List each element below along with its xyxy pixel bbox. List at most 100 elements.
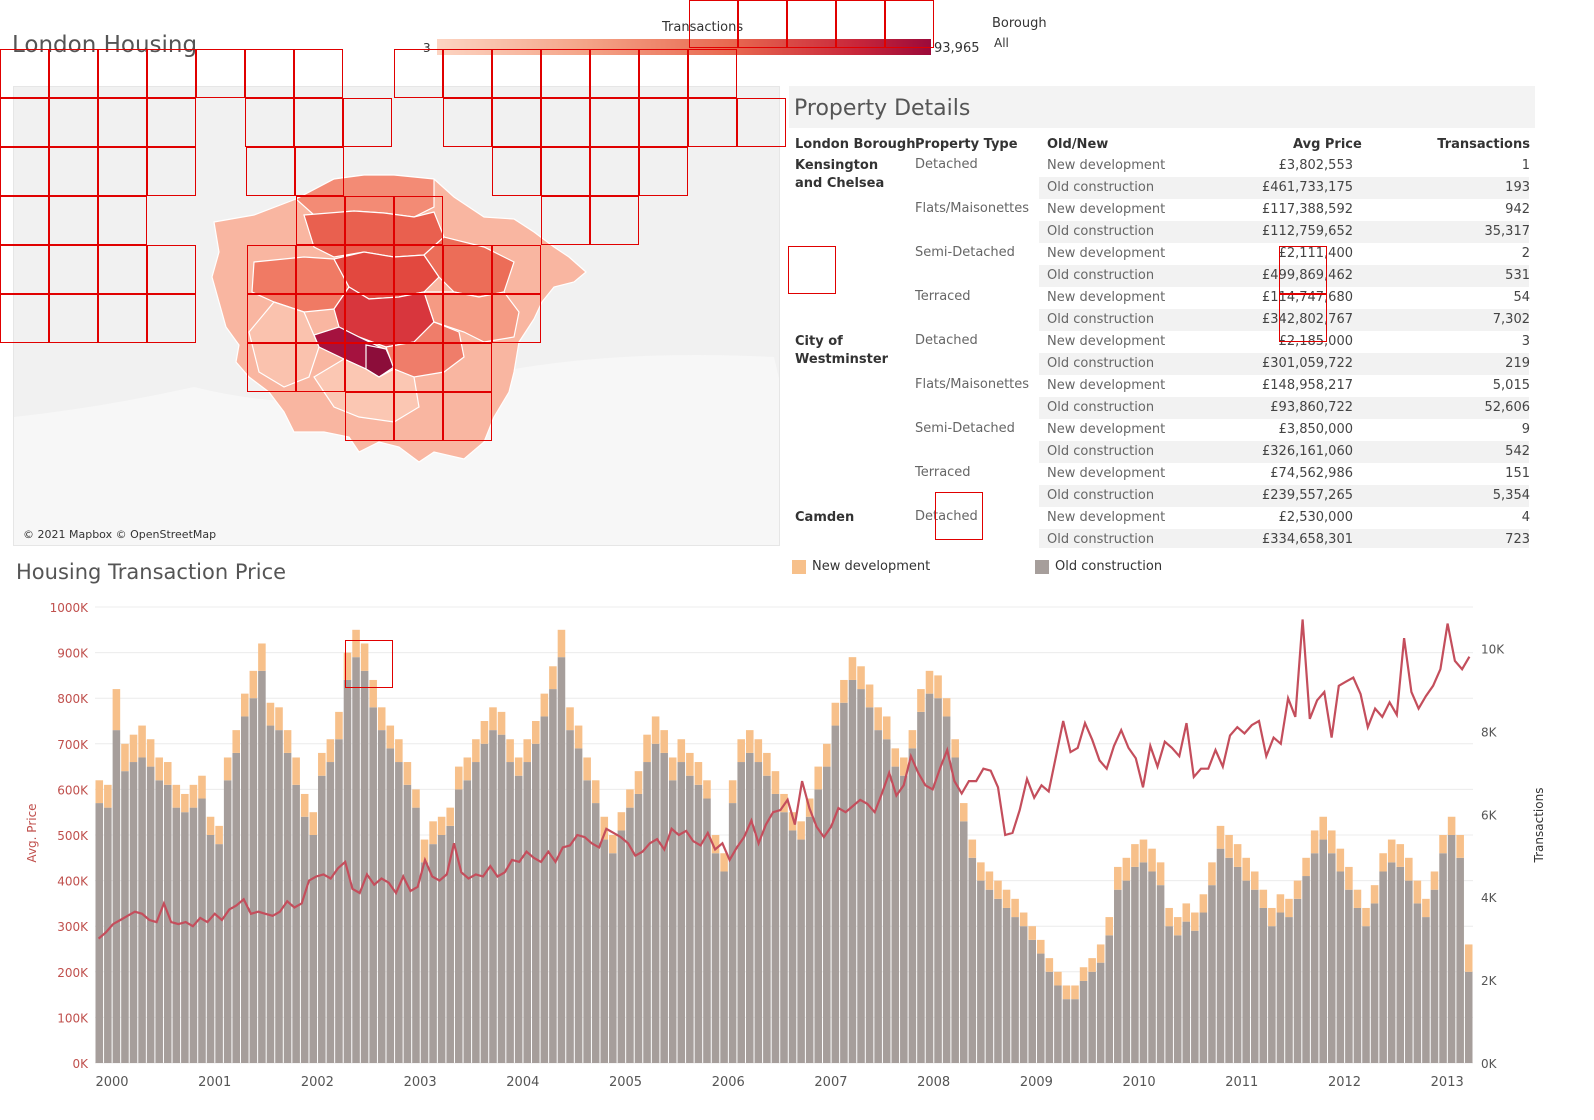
- bar-old-construction: [754, 762, 763, 1063]
- bar-old-construction: [677, 762, 686, 1063]
- y-tick-label: 900K: [57, 647, 89, 661]
- bar-old-construction: [660, 752, 668, 1063]
- x-tick-label: 2008: [917, 1075, 950, 1090]
- bar-new-development: [1405, 857, 1413, 881]
- y2-tick-label: 8K: [1481, 725, 1498, 739]
- bar-new-development: [540, 693, 549, 717]
- bar-old-construction: [95, 803, 104, 1063]
- bar-old-construction: [874, 730, 882, 1063]
- bar-new-development: [172, 784, 181, 808]
- bar-old-construction: [523, 762, 532, 1063]
- bar-new-development: [686, 752, 694, 776]
- transactions-value: 52,606: [1484, 400, 1531, 415]
- bar-old-construction: [1105, 935, 1114, 1063]
- bar-new-development: [583, 757, 591, 781]
- bar-old-construction: [823, 766, 831, 1063]
- map-canvas[interactable]: [14, 87, 780, 546]
- bar-new-development: [1225, 835, 1233, 858]
- bar-old-construction: [300, 816, 309, 1063]
- bar-new-development: [343, 652, 352, 680]
- old-new-value: New development: [1047, 510, 1166, 525]
- bar-new-development: [857, 666, 865, 690]
- bar-old-construction: [951, 757, 959, 1063]
- x-tick-label: 2007: [814, 1075, 847, 1090]
- london-borough-map[interactable]: © 2021 Mapbox © OpenStreetMap: [13, 86, 780, 546]
- bar-old-construction: [840, 702, 848, 1063]
- bar-new-development: [925, 670, 934, 694]
- bar-old-construction: [1379, 871, 1387, 1063]
- bar-new-development: [146, 739, 155, 767]
- bar-old-construction: [959, 821, 968, 1063]
- bar-new-development: [942, 698, 951, 717]
- bar-new-development: [1114, 866, 1122, 890]
- bar-new-development: [1396, 844, 1405, 867]
- borough-filter-dropdown[interactable]: All: [994, 36, 1009, 50]
- bar-new-development: [189, 784, 198, 808]
- bar-new-development: [215, 825, 223, 845]
- legend-swatch-new: [792, 560, 806, 574]
- old-new-value: Old construction: [1047, 180, 1155, 195]
- bar-new-development: [463, 757, 472, 781]
- bar-old-construction: [865, 707, 874, 1063]
- header-borough[interactable]: London Borough: [795, 137, 916, 152]
- bar-old-construction: [1054, 985, 1062, 1063]
- bar-new-development: [934, 675, 942, 699]
- bar-old-construction: [318, 775, 326, 1063]
- bar-new-development: [266, 702, 275, 726]
- avg-price-value: £326,161,060: [1262, 444, 1353, 459]
- bar-new-development: [1464, 944, 1473, 972]
- bar-old-construction: [206, 835, 215, 1063]
- bar-old-construction: [591, 803, 600, 1063]
- bar-old-construction: [198, 798, 206, 1063]
- bar-old-construction: [1028, 939, 1036, 1063]
- bar-new-development: [831, 702, 840, 726]
- bar-new-development: [1071, 985, 1079, 1000]
- bar-new-development: [865, 684, 874, 708]
- bar-new-development: [677, 739, 686, 763]
- bar-old-construction: [771, 793, 780, 1063]
- transactions-value: 531: [1505, 268, 1530, 283]
- x-tick-label: 2003: [404, 1075, 437, 1090]
- bar-old-construction: [566, 730, 574, 1063]
- x-tick-label: 2010: [1123, 1075, 1156, 1090]
- bar-old-construction: [352, 657, 360, 1063]
- bar-old-construction: [472, 762, 480, 1063]
- avg-price-value: £2,111,400: [1278, 246, 1353, 261]
- bar-new-development: [1096, 944, 1105, 963]
- bar-old-construction: [934, 698, 942, 1063]
- header-old-new[interactable]: Old/New: [1047, 137, 1108, 152]
- header-property-type[interactable]: Property Type: [915, 137, 1018, 152]
- bar-old-construction: [386, 748, 395, 1063]
- borough-name: Camden: [795, 510, 855, 525]
- old-new-value: New development: [1047, 202, 1166, 217]
- bar-new-development: [1353, 889, 1362, 908]
- bar-new-development: [206, 816, 215, 835]
- header-avg-price[interactable]: Avg Price: [1293, 137, 1362, 152]
- x-tick-label: 2012: [1328, 1075, 1361, 1090]
- header-transactions[interactable]: Transactions: [1429, 137, 1530, 152]
- bar-old-construction: [420, 862, 429, 1063]
- bar-old-construction: [1387, 862, 1396, 1063]
- bar-old-construction: [463, 780, 472, 1063]
- bar-new-development: [1302, 857, 1310, 877]
- bar-old-construction: [1156, 885, 1165, 1063]
- bar-new-development: [1011, 898, 1019, 918]
- bar-new-development: [814, 766, 823, 790]
- bar-old-construction: [326, 762, 335, 1063]
- bar-old-construction: [412, 807, 420, 1063]
- old-new-value: New development: [1047, 334, 1166, 349]
- x-tick-label: 2000: [95, 1075, 128, 1090]
- bar-new-development: [181, 793, 189, 813]
- bar-old-construction: [848, 679, 857, 1063]
- bar-new-development: [1327, 830, 1336, 854]
- bar-new-development: [241, 693, 249, 717]
- bar-old-construction: [797, 839, 805, 1063]
- bar-old-construction: [1447, 835, 1456, 1063]
- y-tick-label: 800K: [57, 692, 89, 706]
- housing-transaction-chart[interactable]: 0K 100K 200K 300K 400K 500K 600K 700K 800K 900K 10…: [0, 590, 1594, 1120]
- bar-new-development: [651, 716, 660, 744]
- bar-new-development: [1422, 898, 1430, 918]
- bar-old-construction: [609, 853, 617, 1063]
- bar-new-development: [1430, 871, 1439, 890]
- bar-new-development: [403, 762, 412, 785]
